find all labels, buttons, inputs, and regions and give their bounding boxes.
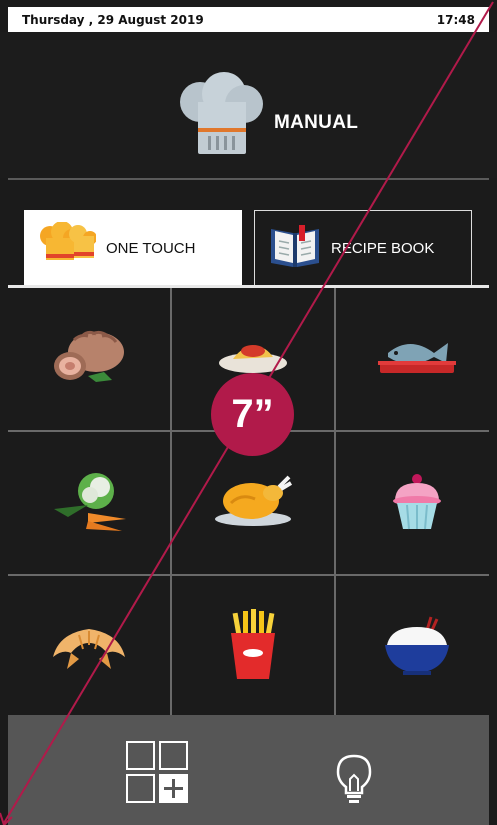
oven-screen: Thursday , 29 August 2019 17:48 MANUAL O… bbox=[0, 0, 497, 825]
grid-item-croissant[interactable] bbox=[8, 576, 170, 718]
french-fries-icon bbox=[225, 608, 281, 686]
lightbulb-icon bbox=[334, 754, 374, 809]
food-grid bbox=[8, 288, 497, 718]
tab-one-touch[interactable]: ONE TOUCH bbox=[24, 210, 242, 286]
cupcake-icon bbox=[389, 471, 445, 536]
grid-item-rice-bowl[interactable] bbox=[336, 576, 497, 718]
grid-item-roast-meat[interactable] bbox=[8, 288, 170, 430]
grid-divider bbox=[8, 574, 489, 576]
grid-item-vegetables[interactable] bbox=[8, 432, 170, 574]
vegetables-icon bbox=[48, 465, 130, 542]
grid-divider bbox=[170, 288, 172, 718]
recipe-book-icon bbox=[269, 223, 321, 274]
chef-hats-icon bbox=[38, 220, 97, 275]
roast-meat-icon bbox=[48, 326, 130, 393]
fish-icon bbox=[376, 333, 458, 386]
divider bbox=[8, 178, 489, 180]
tab-recipe-book[interactable]: RECIPE BOOK bbox=[254, 210, 472, 286]
grid-divider bbox=[334, 288, 336, 718]
grid-item-french-fries[interactable] bbox=[172, 576, 334, 718]
rice-bowl-icon bbox=[381, 613, 453, 682]
grid-item-fish[interactable] bbox=[336, 288, 497, 430]
croissant-icon bbox=[49, 619, 129, 676]
add-grid-icon bbox=[126, 741, 188, 807]
tab-recipe-book-label: RECIPE BOOK bbox=[331, 240, 435, 257]
tips-button[interactable] bbox=[334, 753, 374, 805]
chef-hat-icon bbox=[178, 72, 266, 161]
tab-one-touch-label: ONE TOUCH bbox=[106, 239, 196, 257]
add-program-button[interactable] bbox=[126, 741, 188, 803]
bottom-bar bbox=[8, 715, 489, 825]
manual-button[interactable]: MANUAL bbox=[0, 32, 497, 178]
status-bar: Thursday , 29 August 2019 17:48 bbox=[8, 7, 489, 32]
size-badge: 7” bbox=[211, 373, 294, 456]
grid-item-cupcake[interactable] bbox=[336, 432, 497, 574]
status-time: 17:48 bbox=[436, 12, 475, 27]
roast-chicken-icon bbox=[211, 473, 295, 534]
manual-label: MANUAL bbox=[274, 112, 359, 133]
status-date: Thursday , 29 August 2019 bbox=[22, 12, 204, 27]
